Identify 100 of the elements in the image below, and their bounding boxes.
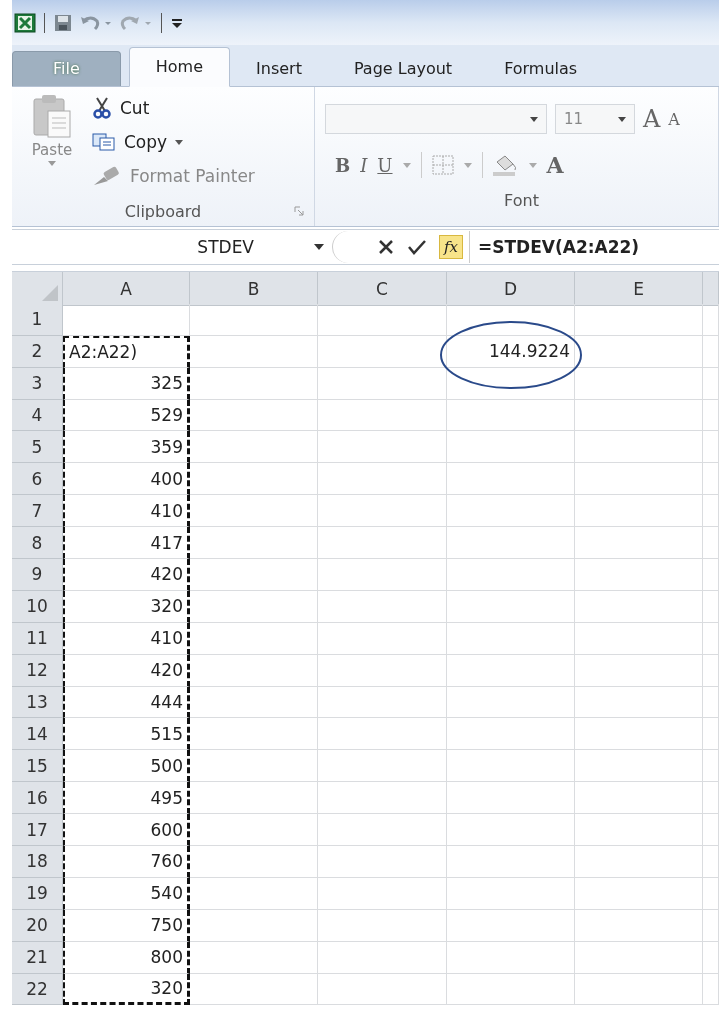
row-header[interactable]: 16 — [12, 782, 63, 815]
table-cell — [703, 686, 719, 719]
table-cell — [703, 335, 719, 368]
row-header[interactable]: 18 — [12, 846, 63, 878]
font-name-field[interactable] — [325, 104, 547, 134]
column-header[interactable]: B — [190, 272, 318, 306]
row-header[interactable]: 6 — [12, 463, 63, 496]
name-box[interactable]: STDEV — [12, 231, 332, 263]
table-cell — [703, 559, 719, 591]
table-cell: 400 — [63, 463, 190, 496]
ribbon-tab[interactable]: Page Layout — [327, 52, 479, 86]
row-header[interactable]: 12 — [12, 654, 63, 687]
table-cell — [703, 463, 719, 496]
table-cell: 600 — [63, 814, 190, 847]
dialog-launcher-icon[interactable] — [294, 206, 304, 216]
ribbon-tab[interactable]: Home — [128, 47, 231, 87]
group-label: Clipboard — [124, 201, 202, 221]
dropdown-arrow-icon — [463, 162, 472, 168]
table-cell — [703, 846, 719, 878]
cut-button[interactable]: Cut — [92, 93, 255, 123]
table-cell — [703, 495, 719, 528]
excel-logo-icon[interactable] — [14, 12, 36, 33]
column-header[interactable]: E — [575, 272, 703, 306]
group-label: Font — [504, 190, 539, 210]
column-header[interactable] — [703, 272, 719, 306]
ribbon-tab[interactable]: Formulas — [478, 52, 604, 86]
table-cell: 417 — [63, 527, 190, 559]
row-header[interactable]: 9 — [12, 559, 63, 591]
dropdown-arrow-icon — [402, 162, 411, 168]
table-cell — [703, 431, 719, 464]
row-header[interactable]: 22 — [12, 973, 63, 1006]
row-header[interactable]: 5 — [12, 431, 63, 464]
grow-font-button[interactable]: A — [643, 105, 661, 133]
save-icon[interactable] — [53, 12, 73, 33]
copy-icon — [92, 133, 116, 151]
row-header[interactable]: 19 — [12, 877, 63, 910]
fill-color-icon[interactable] — [492, 154, 519, 176]
table-cell — [703, 814, 719, 847]
table-cell: 325 — [63, 367, 190, 400]
table-cell — [703, 527, 719, 559]
column-header[interactable]: C — [318, 272, 447, 306]
brush-icon — [92, 165, 122, 187]
table-cell — [703, 909, 719, 942]
italic-button[interactable]: I — [360, 154, 368, 176]
table-cell: 444 — [63, 686, 190, 719]
table-cell: 320 — [63, 590, 190, 623]
clipboard-icon — [32, 93, 72, 139]
table-cell — [703, 750, 719, 783]
check-icon[interactable] — [407, 238, 427, 256]
row-header[interactable]: 11 — [12, 622, 63, 655]
copy-button[interactable]: Copy — [92, 127, 255, 157]
row-header[interactable]: 2 — [12, 335, 63, 368]
table-cell — [703, 399, 719, 432]
row-header[interactable]: 20 — [12, 909, 63, 942]
dropdown-arrow-icon — [48, 161, 56, 166]
shrink-font-button[interactable]: A — [668, 109, 680, 129]
table-cell — [703, 590, 719, 623]
row-header[interactable]: 13 — [12, 686, 63, 719]
row-header[interactable]: 14 — [12, 718, 63, 751]
table-cell — [703, 367, 719, 400]
underline-button[interactable]: U — [377, 154, 393, 176]
cancel-icon[interactable] — [377, 238, 395, 256]
borders-icon[interactable] — [431, 155, 454, 175]
row-header[interactable]: 17 — [12, 814, 63, 847]
table-cell: 495 — [63, 782, 190, 815]
row-header[interactable]: 1 — [12, 303, 63, 336]
table-cell: 144.9224 — [447, 335, 575, 368]
row-header[interactable]: 21 — [12, 941, 63, 974]
bold-button[interactable]: B — [335, 154, 351, 176]
row-header[interactable]: 7 — [12, 495, 63, 528]
column-header[interactable]: A — [63, 272, 190, 306]
row-header[interactable]: 4 — [12, 399, 63, 432]
table-cell: 500 — [63, 750, 190, 783]
table-cell: 410 — [63, 622, 190, 655]
table-cell: 320 — [63, 973, 190, 1006]
dropdown-arrow-icon — [618, 116, 626, 122]
dropdown-arrow-icon — [175, 139, 184, 145]
table-cell — [703, 622, 719, 655]
row-header[interactable]: 10 — [12, 590, 63, 623]
row-header[interactable]: 15 — [12, 750, 63, 783]
table-cell — [703, 877, 719, 910]
ribbon-tab[interactable]: Insert — [230, 52, 328, 86]
insert-function-button[interactable]: fx — [439, 235, 463, 259]
table-cell — [703, 941, 719, 974]
table-cell — [703, 303, 719, 336]
table-cell: 410 — [63, 495, 190, 528]
row-header[interactable]: 3 — [12, 367, 63, 400]
dropdown-arrow-icon — [528, 162, 537, 168]
dropdown-arrow-icon — [530, 116, 538, 122]
table-cell: 359 — [63, 431, 190, 464]
table-cell — [703, 654, 719, 687]
font-color-button[interactable]: A — [546, 152, 564, 178]
row-header[interactable]: 8 — [12, 527, 63, 559]
table-cell: 760 — [63, 846, 190, 878]
table-cell: 540 — [63, 877, 190, 910]
formula-field[interactable]: =STDEV(A2:A22) — [469, 231, 719, 263]
scissors-icon — [92, 97, 112, 119]
select-all-icon[interactable] — [42, 285, 58, 301]
column-header[interactable]: D — [447, 272, 575, 306]
table-cell — [703, 718, 719, 751]
